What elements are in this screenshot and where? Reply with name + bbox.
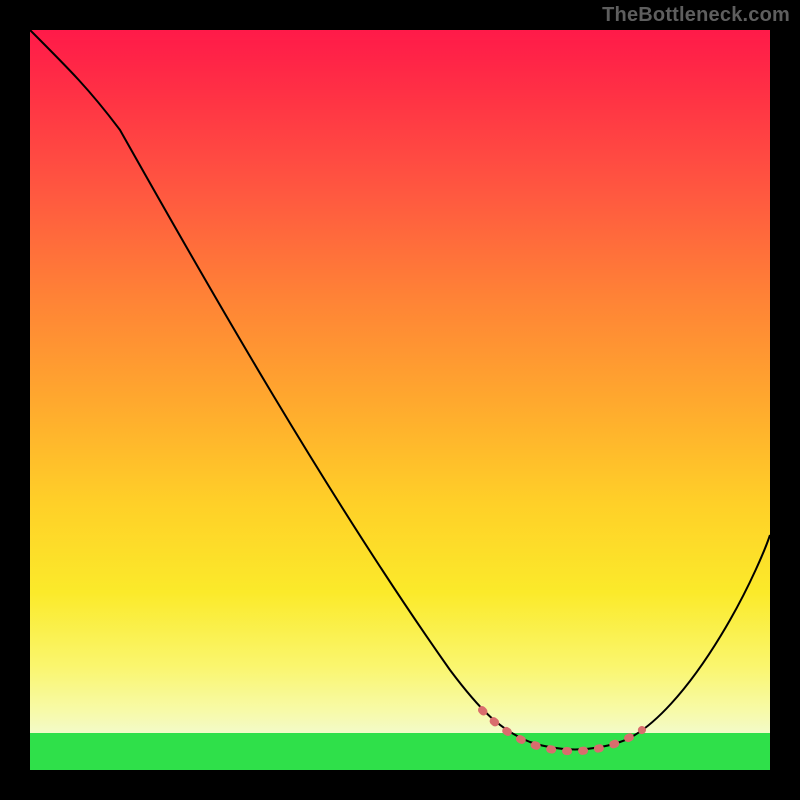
curve-svg (30, 30, 770, 770)
watermark-text: TheBottleneck.com (602, 4, 790, 27)
bottleneck-curve-highlight (482, 710, 642, 751)
chart-frame: TheBottleneck.com (0, 0, 800, 800)
plot-area (30, 30, 770, 770)
bottleneck-curve (30, 30, 770, 750)
